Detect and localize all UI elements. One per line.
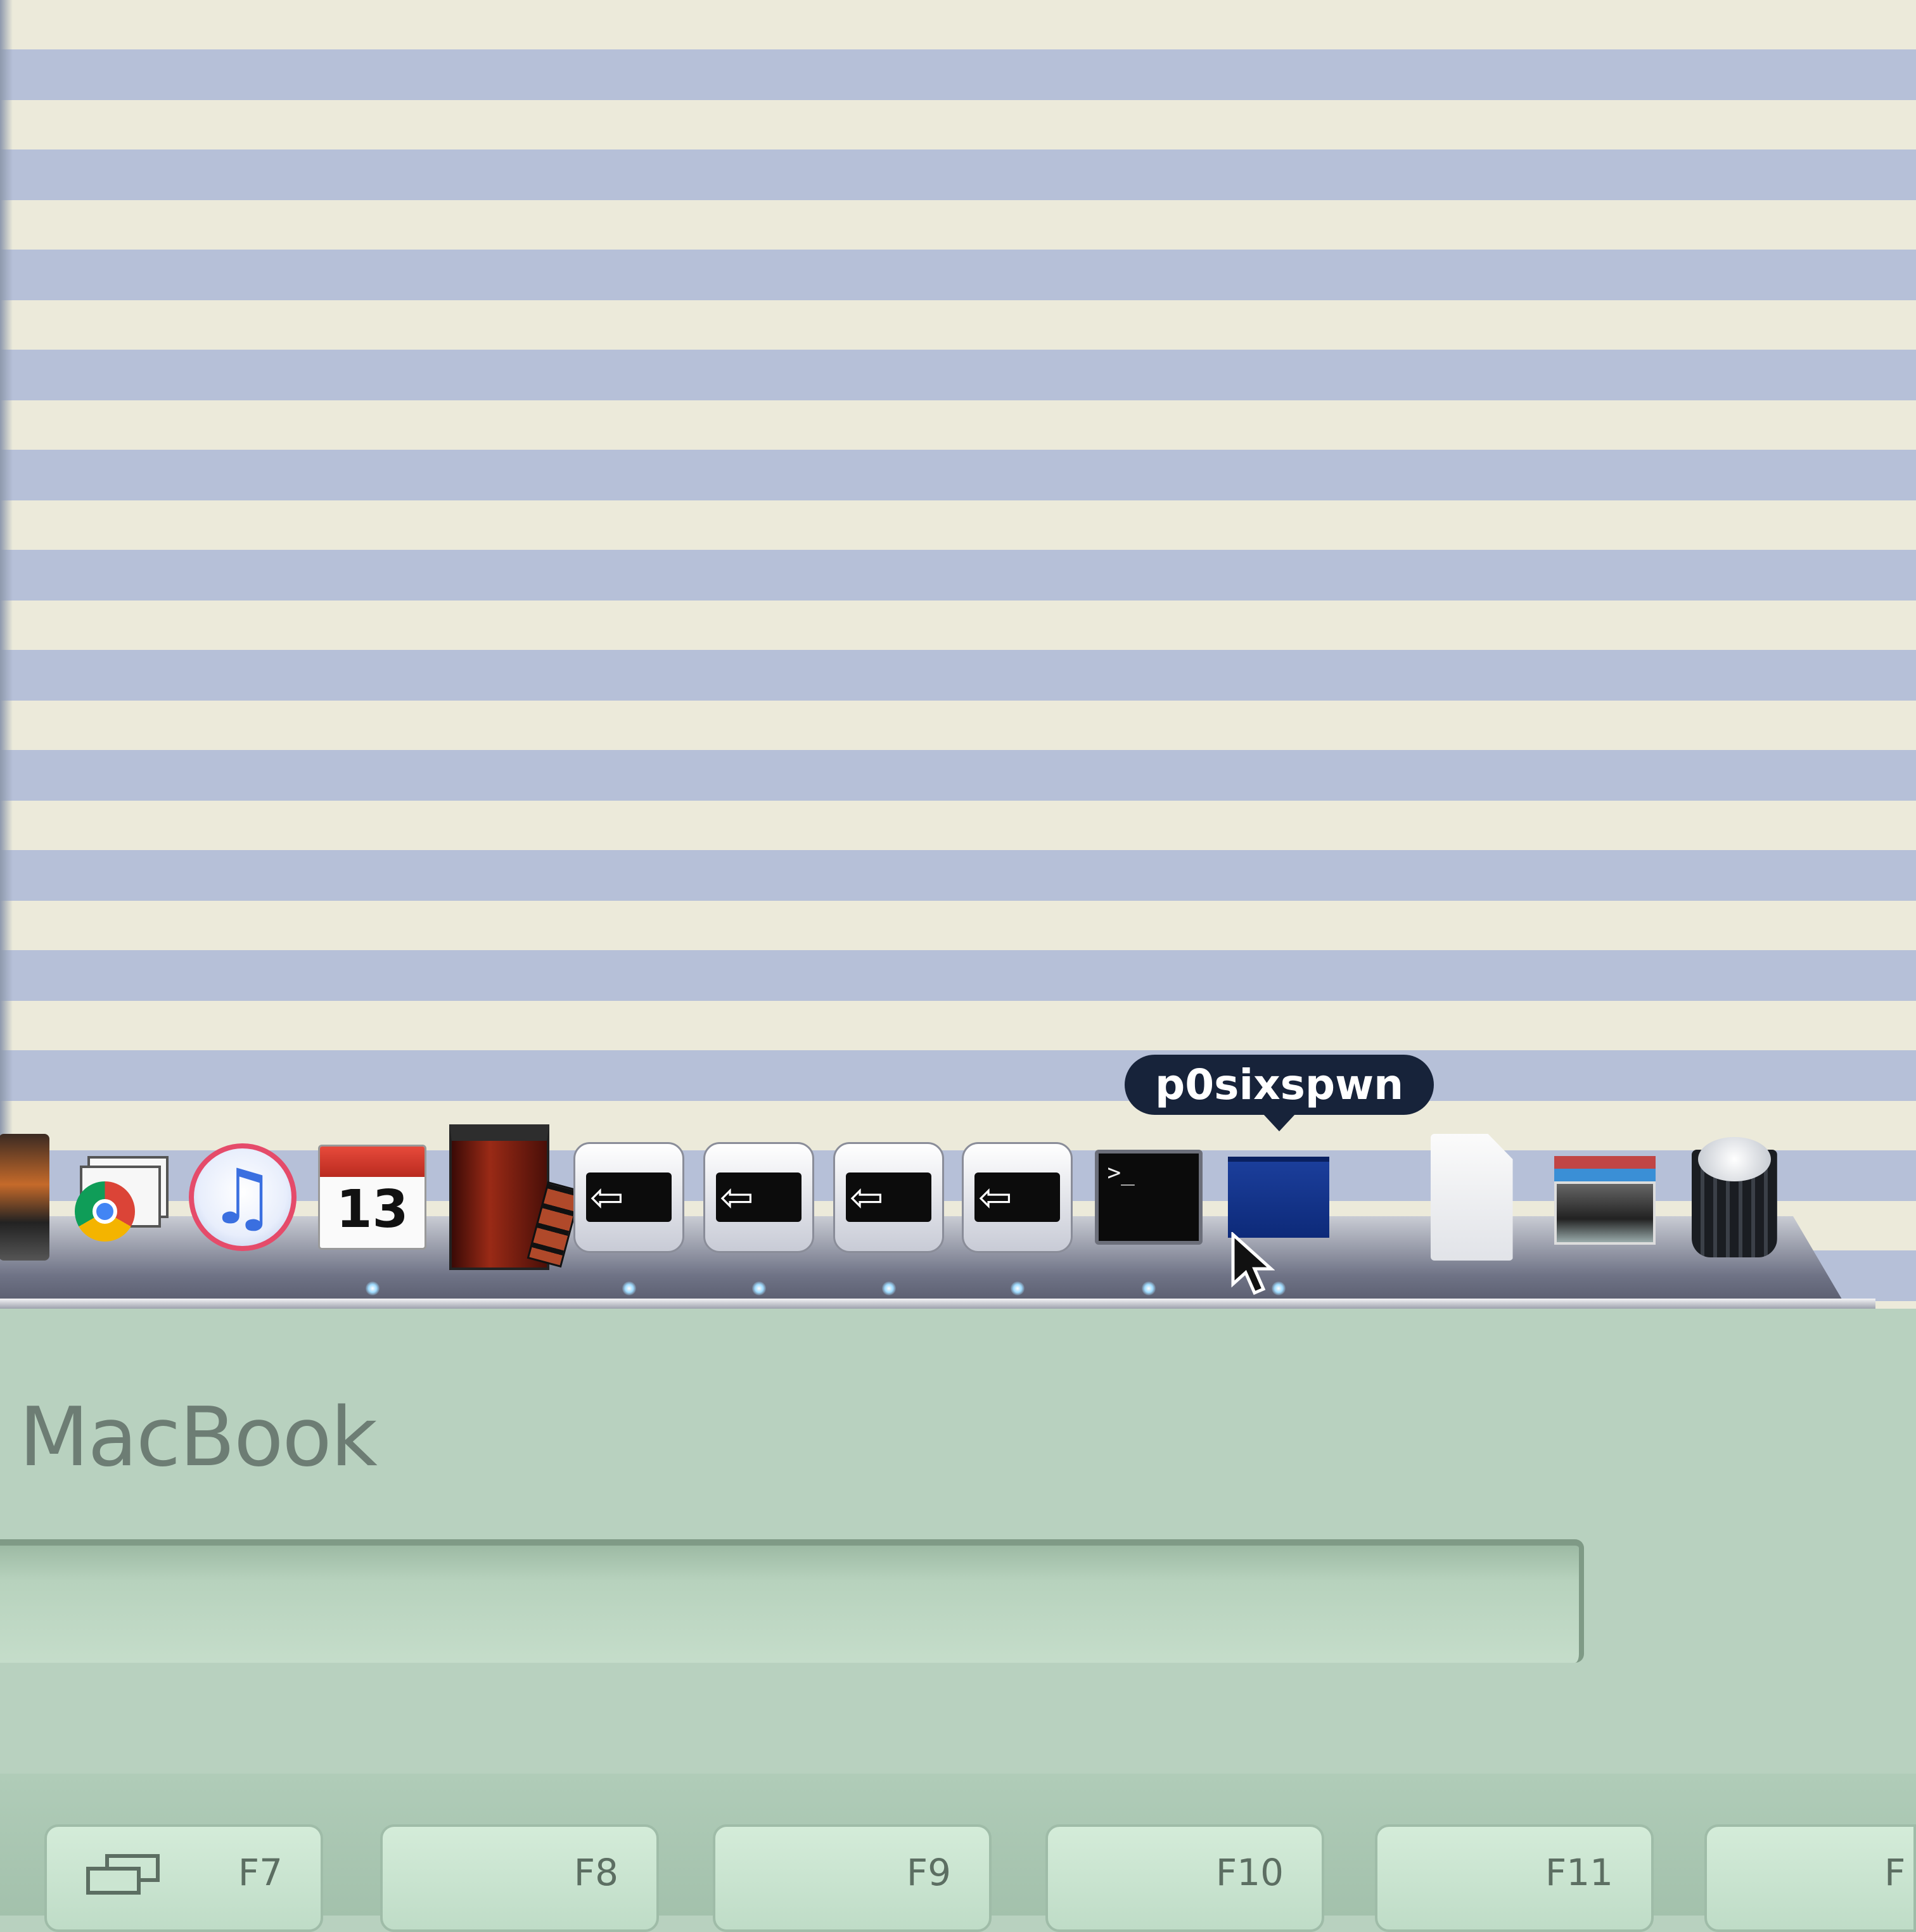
- photo-booth-icon: [449, 1124, 582, 1270]
- key-f8[interactable]: F8: [380, 1824, 659, 1932]
- key-label: F9: [906, 1851, 951, 1894]
- running-indicator: [1010, 1281, 1025, 1295]
- screen-bezel-edge: [0, 0, 13, 1309]
- exec-icon: ⇦: [962, 1141, 1073, 1253]
- exec-icon: ⇦: [833, 1141, 944, 1253]
- dock-item-exec-1[interactable]: ⇦: [573, 1134, 684, 1295]
- dock-item-stack[interactable]: [1549, 1134, 1660, 1261]
- key-label: F10: [1215, 1851, 1284, 1894]
- dock-tooltip: p0sixspwn: [1125, 1055, 1434, 1131]
- key-f7[interactable]: F7: [44, 1824, 323, 1932]
- key-f10[interactable]: F10: [1045, 1824, 1324, 1932]
- dock-item-document[interactable]: [1416, 1134, 1527, 1261]
- key-f9[interactable]: F9: [713, 1824, 992, 1932]
- key-label: F8: [573, 1851, 618, 1894]
- dock-rim: [0, 1299, 1875, 1309]
- chrome-icon: [68, 1150, 169, 1245]
- key-label: F: [1884, 1851, 1906, 1894]
- macbook-logo: MacBook: [19, 1390, 378, 1485]
- dock-item-photo-booth[interactable]: [444, 1124, 582, 1270]
- dock-item-terminal[interactable]: >_: [1093, 1134, 1204, 1295]
- document-icon: [1430, 1134, 1513, 1261]
- key-f12[interactable]: F: [1704, 1824, 1916, 1932]
- exec-icon: ⇦: [573, 1141, 684, 1253]
- dock-item-itunes[interactable]: ♫: [187, 1134, 298, 1261]
- calendar-day: 13: [336, 1179, 409, 1240]
- running-indicator: [881, 1281, 896, 1295]
- dock-item-exec-2[interactable]: ⇦: [703, 1134, 814, 1295]
- app-blue-icon: [1227, 1157, 1329, 1238]
- windows-icon: [86, 1854, 160, 1895]
- dock-item-exec-4[interactable]: ⇦: [962, 1134, 1073, 1295]
- optical-drive-slot: [0, 1539, 1584, 1663]
- key-f11[interactable]: F11: [1375, 1824, 1654, 1932]
- trash-icon: [1685, 1137, 1784, 1257]
- running-indicator: [1141, 1281, 1156, 1295]
- folder-stack-icon: [1554, 1150, 1656, 1245]
- running-indicator: [751, 1281, 766, 1295]
- terminal-prompt: >_: [1107, 1160, 1135, 1186]
- running-indicator: [365, 1281, 380, 1295]
- terminal-icon: >_: [1094, 1150, 1203, 1245]
- dock-item-chrome[interactable]: [60, 1134, 171, 1261]
- dock-item-ical[interactable]: 13: [317, 1134, 428, 1295]
- key-label: F7: [238, 1851, 283, 1894]
- mouse-cursor-icon: [1231, 1232, 1275, 1295]
- itunes-icon: ♫: [188, 1143, 297, 1251]
- exec-icon: ⇦: [703, 1141, 814, 1253]
- photo-icon: [0, 1134, 49, 1261]
- dock-item-exec-3[interactable]: ⇦: [833, 1134, 944, 1295]
- running-indicator: [622, 1281, 636, 1295]
- key-label: F11: [1545, 1851, 1613, 1894]
- desktop: ♫ 13 ⇦ ⇦ ⇦ ⇦ >_ p0sixspwn: [0, 0, 1916, 1309]
- dock-item-trash[interactable]: [1679, 1134, 1790, 1261]
- calendar-icon: 13: [318, 1145, 426, 1250]
